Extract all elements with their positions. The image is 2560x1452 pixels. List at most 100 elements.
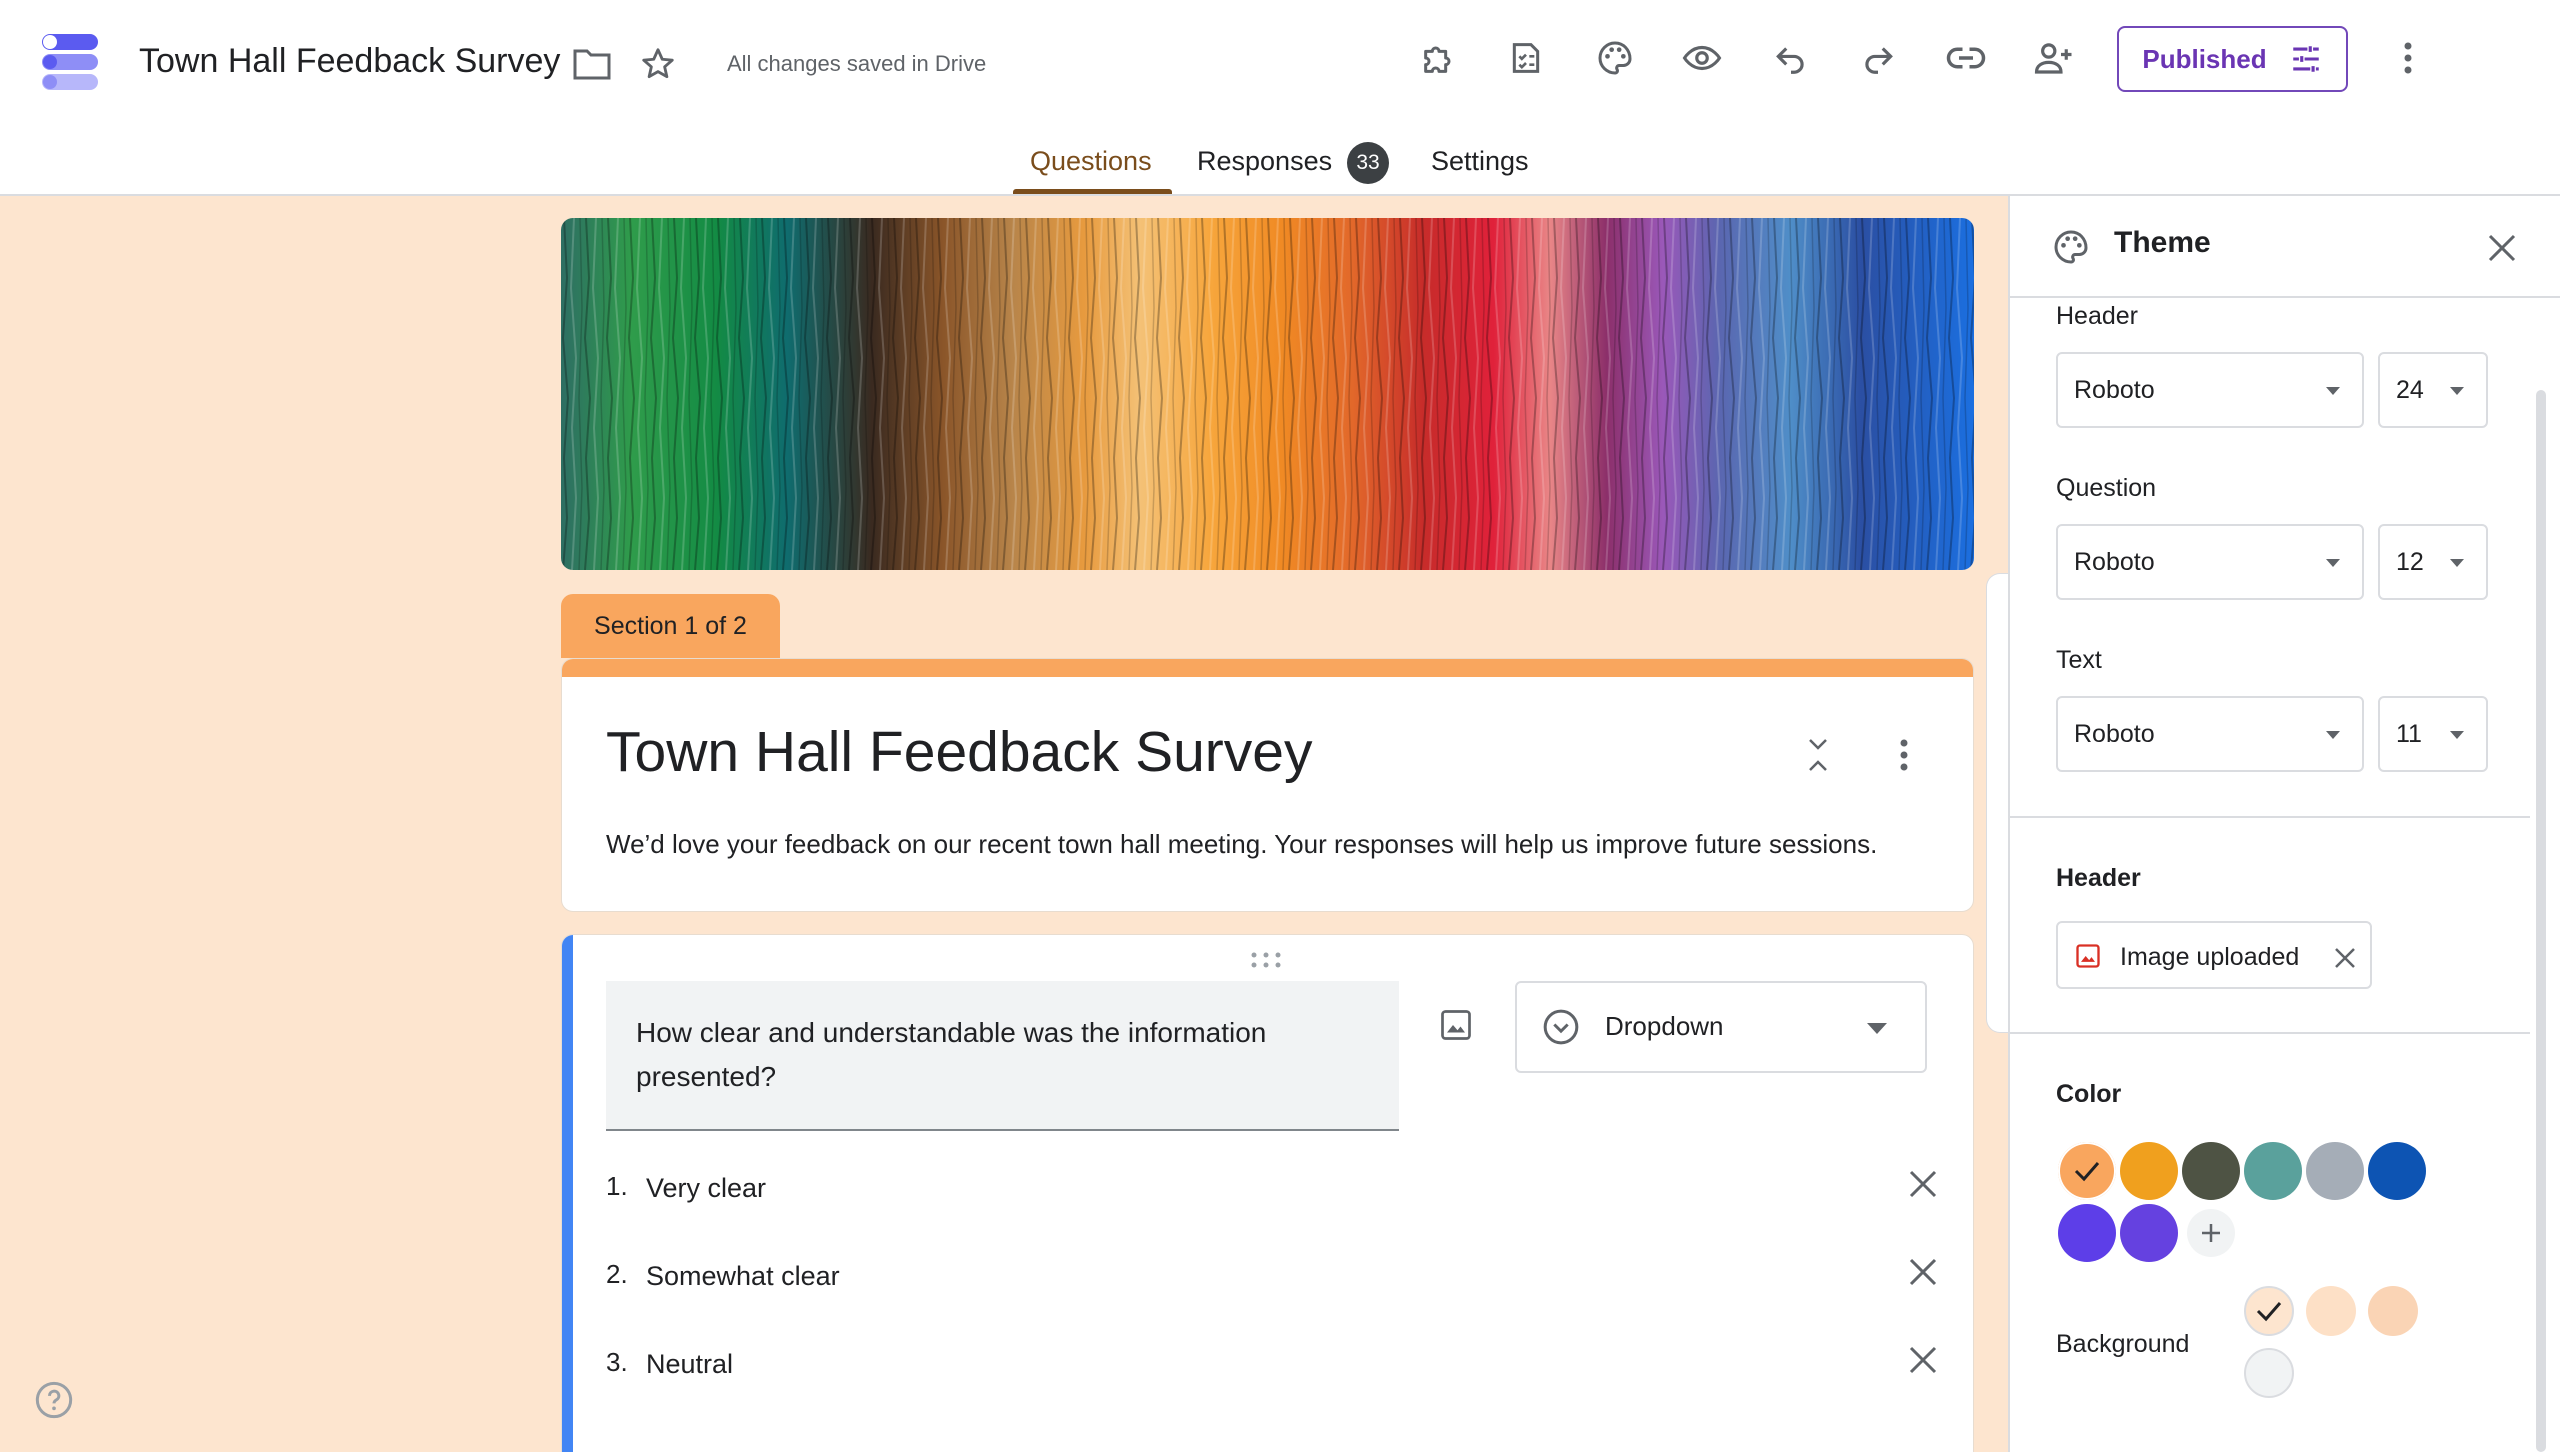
- section-indicator: Section 1 of 2: [561, 594, 780, 658]
- collapse-section-icon[interactable]: [1798, 731, 1838, 779]
- tab-responses[interactable]: Responses: [1197, 146, 1332, 177]
- remove-option-icon[interactable]: [1908, 1345, 1938, 1375]
- background-swatch[interactable]: [2368, 1286, 2418, 1336]
- color-swatch[interactable]: [2244, 1142, 2302, 1200]
- top-bar: Town Hall Feedback Survey All changes sa…: [0, 0, 2560, 196]
- link-icon[interactable]: [1944, 36, 1988, 80]
- question-title-input[interactable]: How clear and understandable was the inf…: [606, 981, 1399, 1131]
- image-icon: [2076, 944, 2100, 968]
- header-size-select[interactable]: 24: [2378, 352, 2488, 428]
- header-size-value: 24: [2396, 376, 2424, 404]
- drag-handle-icon[interactable]: [1250, 951, 1282, 974]
- color-swatch[interactable]: [2058, 1204, 2116, 1262]
- caret-down-icon: [2450, 731, 2464, 739]
- theme-panel-header: Theme: [2010, 196, 2560, 298]
- text-size-value: 11: [2396, 720, 2422, 748]
- caret-down-icon: [2326, 731, 2340, 739]
- option-label[interactable]: Very clear: [646, 1173, 766, 1204]
- list-item[interactable]: 3. Neutral: [606, 1335, 1946, 1391]
- header-style-label: Header: [2056, 302, 2138, 330]
- background-label: Background: [2056, 1330, 2190, 1358]
- tune-icon: [2292, 46, 2319, 72]
- background-swatch[interactable]: [2244, 1348, 2294, 1398]
- add-image-icon[interactable]: [1434, 1003, 1478, 1047]
- active-tab-indicator: [1013, 189, 1172, 194]
- option-label[interactable]: Somewhat clear: [646, 1261, 840, 1292]
- list-item[interactable]: 1. Very clear: [606, 1159, 1946, 1215]
- add-custom-color-icon[interactable]: [2187, 1209, 2235, 1257]
- folder-icon[interactable]: [570, 42, 614, 86]
- option-label[interactable]: Neutral: [646, 1349, 733, 1380]
- caret-down-icon: [2450, 559, 2464, 567]
- color-swatch[interactable]: [2120, 1142, 2178, 1200]
- checklist-icon[interactable]: [1504, 36, 1548, 80]
- header-image-status: Image uploaded: [2120, 943, 2300, 971]
- responses-count-badge: 33: [1347, 142, 1389, 184]
- header-font-value: Roboto: [2074, 376, 2155, 404]
- dropdown-circle-icon: [1543, 1009, 1579, 1045]
- header-image-chip[interactable]: Image uploaded: [2056, 921, 2372, 989]
- color-label: Color: [2056, 1080, 2122, 1108]
- chevron-down-icon: [1867, 1023, 1887, 1034]
- star-icon[interactable]: [636, 42, 680, 86]
- color-swatch[interactable]: [2368, 1142, 2426, 1200]
- caret-down-icon: [2326, 559, 2340, 567]
- question-card[interactable]: How clear and understandable was the inf…: [561, 934, 1974, 1452]
- section-more-icon[interactable]: [1884, 731, 1924, 779]
- option-number: 1.: [606, 1171, 628, 1201]
- text-size-select[interactable]: 11: [2378, 696, 2488, 772]
- forms-logo-icon[interactable]: [38, 30, 102, 94]
- published-label: Published: [2142, 43, 2267, 74]
- question-type-label: Dropdown: [1605, 1011, 1724, 1041]
- document-title[interactable]: Town Hall Feedback Survey: [139, 42, 560, 81]
- theme-panel: Theme Header Roboto 24 Question Roboto 1…: [2008, 196, 2560, 1452]
- close-icon[interactable]: [2482, 228, 2522, 268]
- palette-icon: [2050, 226, 2092, 268]
- color-swatch[interactable]: [2058, 1142, 2116, 1200]
- color-swatch[interactable]: [2120, 1204, 2178, 1262]
- option-number: 3.: [606, 1347, 628, 1377]
- remove-option-icon[interactable]: [1908, 1257, 1938, 1287]
- more-vert-icon[interactable]: [2386, 36, 2430, 80]
- form-description[interactable]: We’d love your feedback on our recent to…: [606, 829, 1877, 860]
- form-title-card[interactable]: Town Hall Feedback Survey We’d love your…: [561, 658, 1974, 912]
- theme-panel-title: Theme: [2114, 226, 2211, 259]
- redo-icon[interactable]: [1856, 36, 1900, 80]
- color-swatch[interactable]: [2306, 1142, 2364, 1200]
- list-item[interactable]: 2. Somewhat clear: [606, 1247, 1946, 1303]
- question-size-select[interactable]: 12: [2378, 524, 2488, 600]
- remove-option-icon[interactable]: [1908, 1169, 1938, 1199]
- text-style-label: Text: [2056, 646, 2102, 674]
- background-swatch[interactable]: [2244, 1286, 2294, 1336]
- caret-down-icon: [2326, 387, 2340, 395]
- person-add-icon[interactable]: [2032, 36, 2076, 80]
- help-icon[interactable]: [34, 1380, 74, 1425]
- question-font-select[interactable]: Roboto: [2056, 524, 2364, 600]
- scrollbar[interactable]: [2536, 390, 2546, 1452]
- active-question-indicator: [562, 935, 573, 1452]
- color-swatch[interactable]: [2182, 1142, 2240, 1200]
- option-number: 2.: [606, 1259, 628, 1289]
- remove-image-icon[interactable]: [2334, 947, 2356, 969]
- text-font-select[interactable]: Roboto: [2056, 696, 2364, 772]
- divider: [2010, 816, 2530, 818]
- undo-icon[interactable]: [1769, 36, 1813, 80]
- palette-icon[interactable]: [1593, 36, 1637, 80]
- question-font-value: Roboto: [2074, 548, 2155, 576]
- floating-toolbar-edge: [1986, 573, 2010, 1033]
- question-type-dropdown[interactable]: Dropdown: [1515, 981, 1927, 1073]
- header-font-select[interactable]: Roboto: [2056, 352, 2364, 428]
- published-button[interactable]: Published: [2117, 26, 2348, 92]
- form-title[interactable]: Town Hall Feedback Survey: [606, 719, 1313, 785]
- text-font-value: Roboto: [2074, 720, 2155, 748]
- divider: [2010, 1032, 2530, 1034]
- tab-settings[interactable]: Settings: [1431, 146, 1529, 177]
- tab-bar: Questions Responses Settings: [0, 140, 2560, 196]
- question-style-label: Question: [2056, 474, 2157, 502]
- puzzle-icon[interactable]: [1417, 36, 1461, 80]
- background-swatch[interactable]: [2306, 1286, 2356, 1336]
- header-image: [561, 218, 1974, 570]
- save-status: All changes saved in Drive: [727, 51, 987, 76]
- tab-questions[interactable]: Questions: [1030, 146, 1152, 177]
- eye-icon[interactable]: [1680, 36, 1724, 80]
